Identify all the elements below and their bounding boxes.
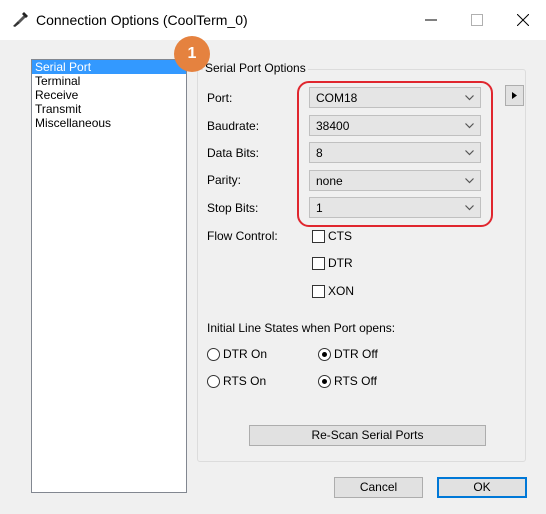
dtr-on-label: DTR On bbox=[223, 347, 268, 361]
cts-label: CTS bbox=[328, 229, 352, 243]
flow-control-label: Flow Control: bbox=[207, 229, 278, 243]
close-button[interactable] bbox=[500, 0, 546, 40]
title-bar: Connection Options (CoolTerm_0) bbox=[0, 0, 546, 40]
port-menu-button[interactable] bbox=[505, 85, 524, 106]
annotation-highlight-box bbox=[297, 81, 493, 227]
initial-line-states-label: Initial Line States when Port opens: bbox=[207, 321, 396, 335]
connection-options-window: Connection Options (CoolTerm_0) Serial P… bbox=[0, 0, 546, 514]
sidebar-item-serial-port[interactable]: Serial Port bbox=[32, 60, 186, 74]
baudrate-label: Baudrate: bbox=[207, 119, 260, 133]
maximize-button[interactable] bbox=[454, 0, 500, 40]
rts-off-label: RTS Off bbox=[334, 374, 377, 388]
radio-selected-dot bbox=[322, 352, 327, 357]
radio-selected-dot bbox=[322, 379, 327, 384]
xon-label: XON bbox=[328, 284, 355, 298]
serial-port-options-title: Serial Port Options bbox=[203, 61, 308, 75]
window-title: Connection Options (CoolTerm_0) bbox=[36, 12, 248, 28]
xon-checkbox[interactable] bbox=[312, 285, 325, 298]
data-bits-label: Data Bits: bbox=[207, 146, 260, 160]
dtr-label: DTR bbox=[328, 256, 353, 270]
parity-label: Parity: bbox=[207, 173, 242, 187]
sidebar-item-transmit[interactable]: Transmit bbox=[32, 102, 186, 116]
cts-checkbox[interactable] bbox=[312, 230, 325, 243]
sidebar-item-miscellaneous[interactable]: Miscellaneous bbox=[32, 116, 186, 130]
minimize-button[interactable] bbox=[408, 0, 454, 40]
maximize-icon bbox=[471, 14, 483, 26]
step-number-badge: 1 bbox=[174, 36, 210, 72]
close-icon bbox=[517, 14, 529, 26]
cancel-button[interactable]: Cancel bbox=[334, 477, 423, 498]
sidebar-item-terminal[interactable]: Terminal bbox=[32, 74, 186, 88]
rts-on-label: RTS On bbox=[223, 374, 267, 388]
rts-off-radio[interactable] bbox=[318, 375, 331, 388]
port-label: Port: bbox=[207, 91, 233, 105]
ok-button[interactable]: OK bbox=[437, 477, 527, 498]
dtr-on-radio[interactable] bbox=[207, 348, 220, 361]
minimize-icon bbox=[425, 19, 437, 21]
sidebar-item-receive[interactable]: Receive bbox=[32, 88, 186, 102]
dtr-checkbox[interactable] bbox=[312, 257, 325, 270]
options-category-list: Serial Port Terminal Receive Transmit Mi… bbox=[31, 59, 187, 493]
triangle-right-icon bbox=[512, 92, 517, 99]
rescan-serial-ports-button[interactable]: Re-Scan Serial Ports bbox=[249, 425, 486, 446]
dtr-off-radio[interactable] bbox=[318, 348, 331, 361]
rts-on-radio[interactable] bbox=[207, 375, 220, 388]
dtr-off-label: DTR Off bbox=[334, 347, 378, 361]
stop-bits-label: Stop Bits: bbox=[207, 201, 259, 215]
coolterm-app-icon bbox=[13, 12, 28, 27]
